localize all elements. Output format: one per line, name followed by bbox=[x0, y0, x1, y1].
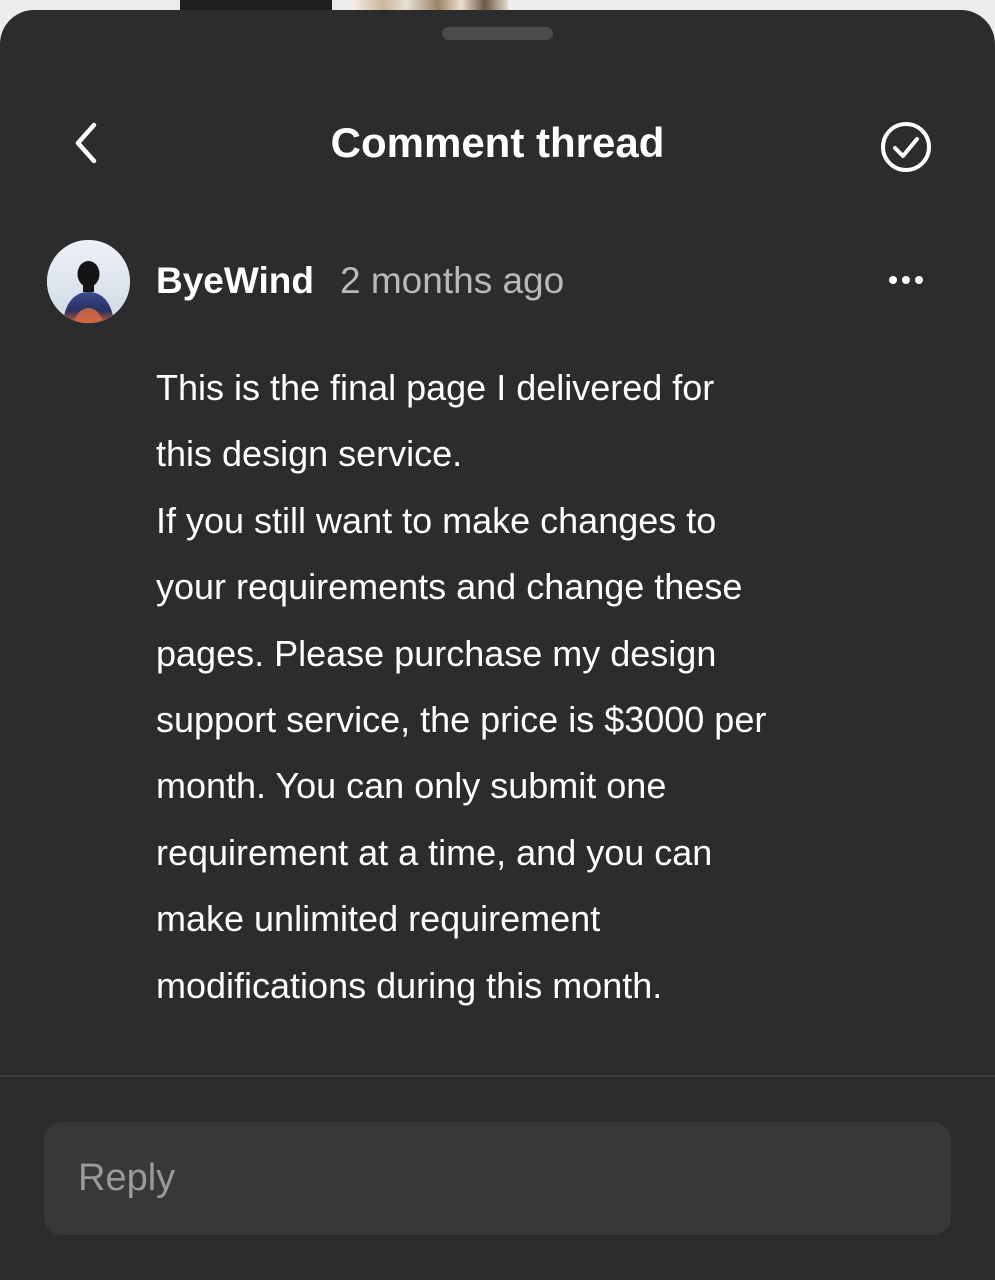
comment-body-line: If you still want to make changes to bbox=[156, 499, 717, 541]
comment-body-line: support service, the price is $3000 per bbox=[156, 699, 767, 741]
comment-body-line: your requirements and change these bbox=[156, 566, 743, 608]
user-avatar-image bbox=[47, 240, 130, 323]
divider bbox=[0, 1075, 995, 1077]
more-options-button[interactable] bbox=[880, 262, 932, 298]
comment-author[interactable]: ByeWind bbox=[156, 256, 314, 306]
comment-body-line: This is the final page I delivered for bbox=[156, 367, 715, 408]
reply-input[interactable] bbox=[44, 1122, 951, 1235]
comment-body-line: requirement at a time, and you can bbox=[156, 831, 713, 873]
avatar[interactable] bbox=[47, 240, 130, 323]
comment-body-line: modifications during this month. bbox=[156, 964, 663, 1006]
check-circle-icon bbox=[881, 122, 931, 172]
comment-thread-sheet: Comment thread ByeWind 2 months ago This… bbox=[0, 10, 995, 1280]
page-title: Comment thread bbox=[330, 119, 665, 166]
more-horizontal-icon bbox=[889, 276, 923, 284]
sheet-drag-handle[interactable] bbox=[442, 27, 553, 40]
comment-timestamp: 2 months ago bbox=[340, 260, 565, 301]
comment-body-line: this design service. bbox=[156, 433, 463, 475]
comment-body: This is the final page I delivered for t… bbox=[156, 355, 896, 1019]
back-button[interactable] bbox=[62, 118, 112, 168]
chevron-left-icon bbox=[75, 122, 97, 164]
resolve-button[interactable] bbox=[877, 118, 935, 176]
comment-body-line: pages. Please purchase my design bbox=[156, 632, 717, 674]
comment-body-line: month. You can only submit one bbox=[156, 765, 667, 807]
comment-body-line: make unlimited requirement bbox=[156, 898, 601, 940]
